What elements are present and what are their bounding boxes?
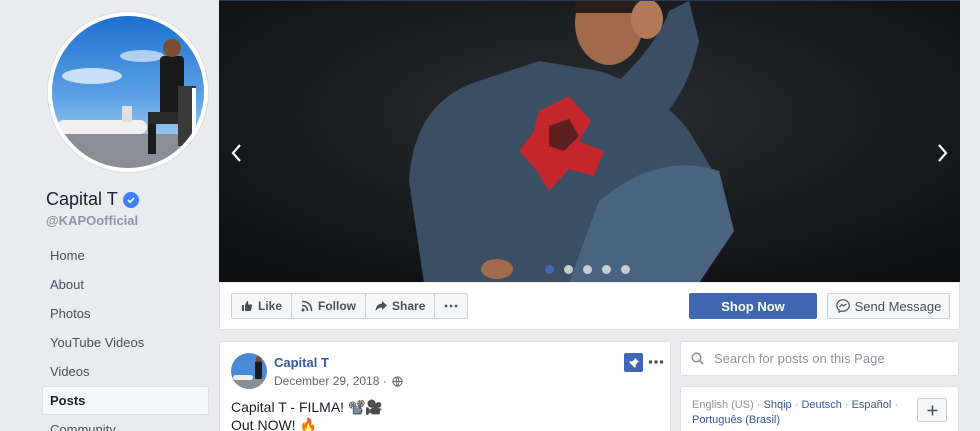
post-author-name[interactable]: Capital T — [274, 355, 329, 370]
plus-icon — [927, 405, 937, 415]
like-icon — [242, 301, 253, 311]
page-sidebar: Capital T @KAPOofficial Home About Photo… — [0, 0, 218, 431]
like-button[interactable]: Like — [232, 294, 293, 318]
slide-dot[interactable] — [545, 265, 554, 274]
nav-item-home[interactable]: Home — [42, 241, 209, 270]
nav-item-youtube-videos[interactable]: YouTube Videos — [42, 328, 209, 357]
cover-prev-button[interactable] — [227, 139, 247, 167]
post-text-line: Capital T - FILMA! 📽️🎥 — [231, 399, 383, 415]
page-name[interactable]: Capital T — [46, 189, 118, 210]
slide-dot[interactable] — [602, 265, 611, 274]
add-language-button[interactable] — [917, 398, 947, 422]
messenger-icon — [835, 299, 850, 313]
cover-slide-indicator — [545, 265, 630, 274]
search-input[interactable] — [714, 351, 944, 366]
slide-dot[interactable] — [564, 265, 573, 274]
follow-button[interactable]: Follow — [292, 294, 367, 318]
globe-icon — [392, 375, 403, 387]
language-link[interactable]: Português (Brasil) — [692, 414, 780, 426]
follow-label: Follow — [318, 299, 357, 313]
page-username[interactable]: @KAPOofficial — [46, 213, 138, 228]
nav-item-about[interactable]: About — [42, 270, 209, 299]
language-selector: English (US) · Shqip · Deutsch · Español… — [680, 386, 959, 431]
page-post-search — [680, 341, 959, 376]
slide-dot[interactable] — [583, 265, 592, 274]
post-author-avatar[interactable] — [231, 353, 267, 389]
post-text-line: Out NOW! 🔥 — [231, 417, 317, 431]
profile-picture[interactable] — [48, 12, 208, 172]
more-icon — [444, 304, 458, 308]
post-options-button[interactable] — [648, 352, 664, 368]
share-label: Share — [392, 299, 426, 313]
current-language: English (US) — [692, 399, 754, 411]
verified-badge-icon — [122, 191, 139, 208]
post-body: Capital T - FILMA! 📽️🎥 Out NOW! 🔥 — [231, 398, 383, 431]
cover-next-button[interactable] — [932, 139, 952, 167]
share-button[interactable]: Share — [366, 294, 436, 318]
page-action-bar: Like Follow Share Shop Now Send Message — [219, 283, 960, 330]
nav-item-videos[interactable]: Videos — [42, 357, 209, 386]
language-link[interactable]: Shqip — [764, 399, 792, 411]
search-icon — [691, 352, 704, 365]
more-actions-button[interactable] — [435, 294, 467, 318]
language-link[interactable]: Deutsch — [801, 399, 841, 411]
pin-icon — [624, 353, 643, 372]
pinned-post: Capital T December 29, 2018 · Capital T … — [219, 341, 671, 431]
page-actions-group: Like Follow Share — [231, 293, 469, 319]
nav-item-posts[interactable]: Posts — [42, 386, 209, 415]
follow-icon — [301, 300, 313, 312]
like-label: Like — [258, 299, 283, 313]
send-message-label: Send Message — [854, 298, 942, 314]
language-link[interactable]: Español — [852, 399, 892, 411]
page-name-row: Capital T — [46, 189, 139, 210]
nav-item-community[interactable]: Community — [42, 415, 209, 431]
post-date[interactable]: December 29, 2018 · — [274, 374, 387, 388]
shop-now-button[interactable]: Shop Now — [689, 293, 817, 319]
nav-item-photos[interactable]: Photos — [42, 299, 209, 328]
cover-photo[interactable] — [219, 0, 960, 282]
send-message-button[interactable]: Send Message — [827, 293, 950, 319]
language-list: English (US) · Shqip · Deutsch · Español… — [692, 399, 899, 426]
page-nav: Home About Photos YouTube Videos Videos … — [42, 241, 209, 431]
post-meta: December 29, 2018 · — [274, 374, 403, 388]
share-icon — [375, 301, 388, 311]
slide-dot[interactable] — [621, 265, 630, 274]
more-icon — [648, 360, 664, 364]
